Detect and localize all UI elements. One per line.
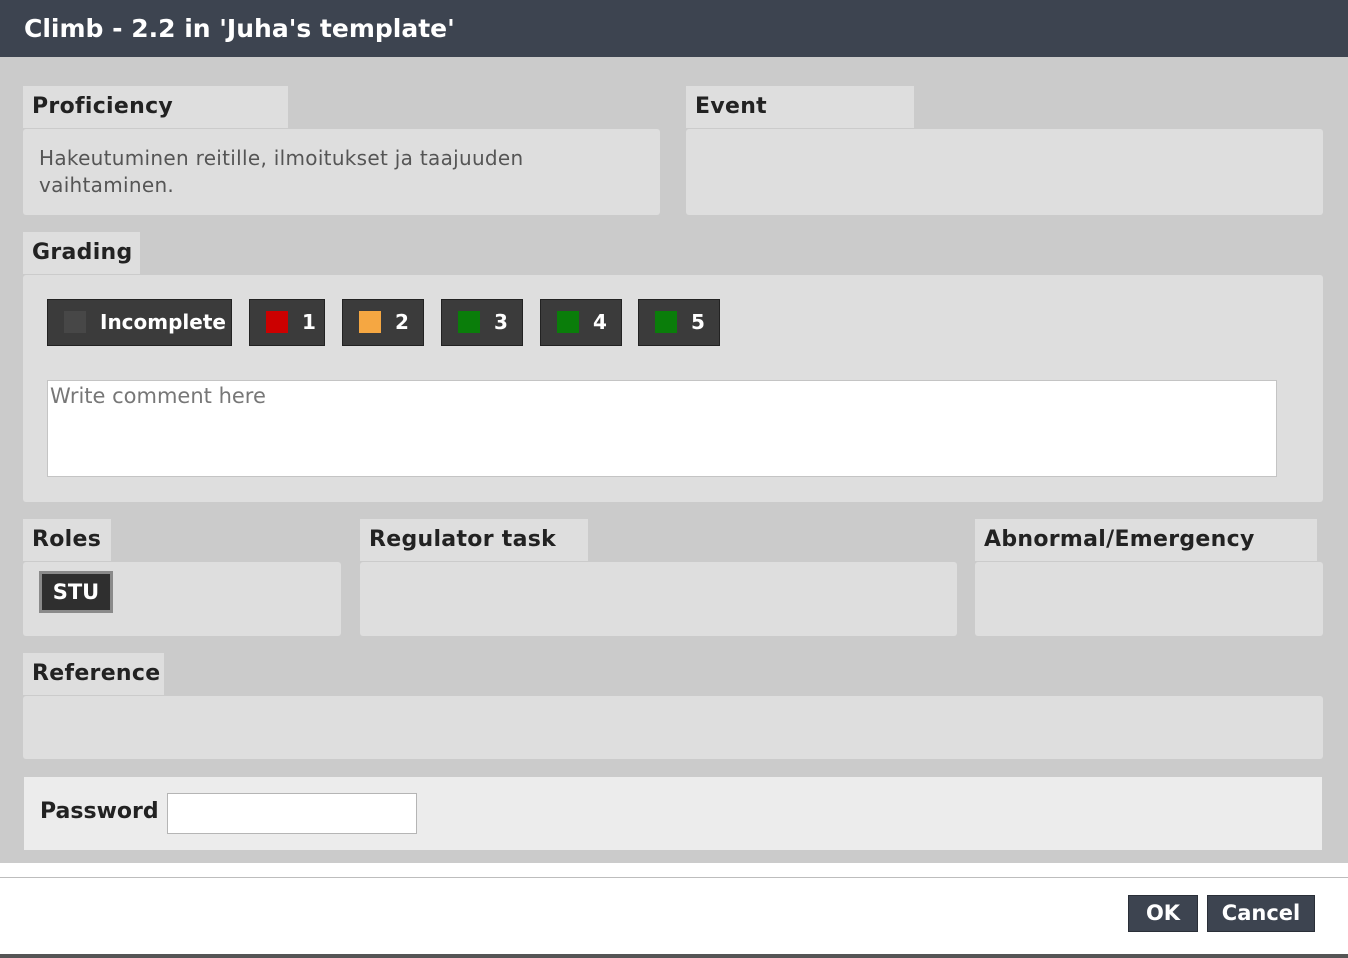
grade-5-button[interactable]: 5 [638,299,720,346]
reference-heading: Reference [23,653,164,695]
abnormal-emergency-code-heading: Abnormal/Emergency code [975,519,1317,594]
grade-label: Incomplete [100,310,226,334]
grade-incomplete-button[interactable]: Incomplete [47,299,232,346]
password-input[interactable] [167,793,417,834]
ok-button[interactable]: OK [1128,895,1198,932]
grade-3-button[interactable]: 3 [441,299,523,346]
grade-label: 5 [691,310,705,334]
abnormal-emergency-code-panel [975,562,1323,636]
comment-textarea[interactable] [47,380,1277,477]
password-row: Password [24,777,1322,850]
grade-color-swatch [266,311,288,333]
proficiency-objective-panel: Hakeutuminen reitille, ilmoitukset ja ta… [23,129,660,215]
dialog-body: Proficiency objective Hakeutuminen reiti… [0,57,1348,863]
grade-2-button[interactable]: 2 [342,299,424,346]
dialog-title: Climb - 2.2 in 'Juha's template' [0,0,1348,57]
grade-label: 2 [395,310,409,334]
role-chip-stu[interactable]: STU [39,571,113,613]
regulator-task-id-panel [360,562,957,636]
reference-panel [23,696,1323,759]
proficiency-objective-heading: Proficiency objective [23,86,288,161]
grade-label: 1 [302,310,316,334]
grade-color-swatch [458,311,480,333]
roles-heading: Roles [23,519,111,561]
roles-panel: STU [23,562,341,636]
proficiency-objective-text: Hakeutuminen reitille, ilmoitukset ja ta… [39,146,524,197]
grade-4-button[interactable]: 4 [540,299,622,346]
grade-1-button[interactable]: 1 [249,299,325,346]
footer-bottom-border [0,954,1348,958]
event-description-heading: Event description [686,86,914,161]
grade-color-swatch [557,311,579,333]
grade-color-swatch [359,311,381,333]
grade-color-swatch [64,311,86,333]
grade-label: 3 [494,310,508,334]
grade-label: 4 [593,310,607,334]
grading-panel: Incomplete 1 2 3 4 5 [23,275,1323,502]
footer-divider [0,877,1348,878]
cancel-button[interactable]: Cancel [1207,895,1315,932]
grading-heading: Grading [23,232,140,274]
grade-color-swatch [655,311,677,333]
event-description-panel [686,129,1323,215]
regulator-task-id-heading: Regulator task ID [360,519,588,594]
password-label: Password [40,799,159,824]
